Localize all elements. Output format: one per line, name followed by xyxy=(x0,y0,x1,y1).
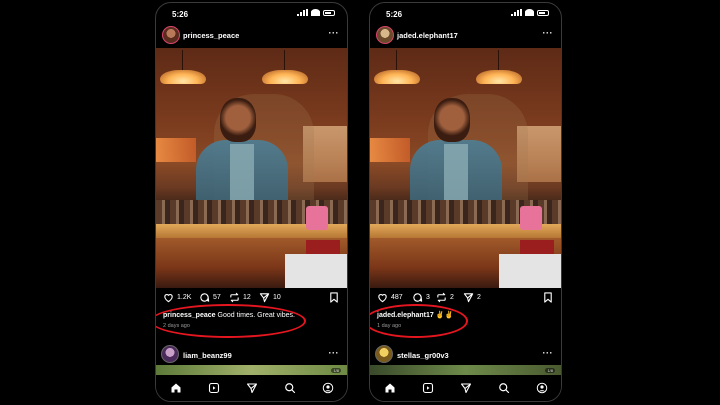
comment-button[interactable]: 57 xyxy=(199,292,221,303)
comment-count: 57 xyxy=(213,294,221,301)
tab-messages[interactable] xyxy=(460,381,472,394)
signal-icon xyxy=(511,9,522,16)
send-icon xyxy=(463,293,474,303)
send-icon xyxy=(259,293,270,303)
share-button[interactable]: 2 xyxy=(463,292,481,303)
bottom-tab-bar xyxy=(370,375,561,401)
signal-icon xyxy=(297,9,308,16)
highlight-circle xyxy=(156,304,306,338)
comment-count: 3 xyxy=(426,294,430,301)
save-button[interactable] xyxy=(329,292,339,305)
avatar[interactable] xyxy=(161,345,179,363)
repost-count: 12 xyxy=(243,294,251,301)
more-options-icon[interactable]: ··· xyxy=(329,29,340,38)
battery-icon xyxy=(323,9,335,16)
share-count: 2 xyxy=(477,294,481,301)
tab-search[interactable] xyxy=(284,381,296,394)
highlight-circle xyxy=(370,304,468,338)
like-button[interactable]: 487 xyxy=(377,292,403,303)
share-button[interactable]: 10 xyxy=(259,292,281,303)
bottom-tab-bar xyxy=(156,375,347,401)
comment-icon xyxy=(413,293,423,302)
status-bar: 5:26 xyxy=(156,3,347,23)
next-post-username[interactable]: stellas_gr00v3 xyxy=(397,351,449,360)
home-icon xyxy=(385,383,395,393)
tab-home[interactable] xyxy=(170,381,182,393)
more-options-icon[interactable]: ··· xyxy=(543,349,554,358)
search-icon xyxy=(285,383,296,394)
like-count: 1.2K xyxy=(177,294,192,301)
more-options-icon[interactable]: ··· xyxy=(543,29,554,38)
tab-profile[interactable] xyxy=(322,381,334,394)
post-photo[interactable] xyxy=(156,48,347,288)
tab-profile[interactable] xyxy=(536,381,548,394)
battery-icon xyxy=(537,9,549,16)
post-username[interactable]: jaded.elephant17 xyxy=(397,31,458,40)
post-photo[interactable] xyxy=(370,48,561,288)
repost-button[interactable]: 12 xyxy=(229,292,251,303)
like-button[interactable]: 1.2K xyxy=(163,292,191,303)
heart-icon xyxy=(378,293,387,303)
avatar[interactable] xyxy=(162,26,180,44)
share-count: 10 xyxy=(273,294,281,301)
repost-icon xyxy=(437,292,446,303)
status-bar: 5:26 xyxy=(370,3,561,23)
comment-icon xyxy=(200,293,210,302)
next-post-header: stellas_gr00v3 ··· xyxy=(370,341,561,367)
search-icon xyxy=(499,383,510,394)
tab-reels[interactable] xyxy=(208,381,220,394)
save-button[interactable] xyxy=(543,292,553,305)
reels-icon xyxy=(208,382,220,394)
send-icon xyxy=(460,383,472,394)
tab-home[interactable] xyxy=(384,381,396,393)
post-header: jaded.elephant17 ··· xyxy=(370,21,561,49)
profile-icon xyxy=(536,382,548,394)
reels-icon xyxy=(422,382,434,394)
avatar[interactable] xyxy=(375,345,393,363)
next-post-username[interactable]: liam_beanz99 xyxy=(183,351,232,360)
page-indicator: 1/8 xyxy=(545,368,555,373)
repost-count: 2 xyxy=(450,294,454,301)
page-indicator: 1/8 xyxy=(331,368,341,373)
comment-button[interactable]: 3 xyxy=(412,292,430,303)
heart-icon xyxy=(164,293,173,303)
profile-icon xyxy=(322,382,334,394)
repost-button[interactable]: 2 xyxy=(436,292,454,303)
phone-frame-right: 5:26 jaded.elephant17 ··· 487 3 2 2 jade… xyxy=(369,2,562,402)
bookmark-icon xyxy=(330,292,338,303)
post-username[interactable]: princess_peace xyxy=(183,31,239,40)
tab-messages[interactable] xyxy=(246,381,258,394)
like-count: 487 xyxy=(391,294,403,301)
home-icon xyxy=(171,383,181,393)
status-time: 5:26 xyxy=(386,10,403,19)
more-options-icon[interactable]: ··· xyxy=(329,349,340,358)
repost-icon xyxy=(230,292,239,303)
status-time: 5:26 xyxy=(172,10,189,19)
wifi-icon xyxy=(525,9,534,16)
tab-reels[interactable] xyxy=(422,381,434,394)
send-icon xyxy=(246,383,258,394)
phone-frame-left: 5:26 princess_peace ··· 1.2K 57 12 10 pr… xyxy=(155,2,348,402)
avatar[interactable] xyxy=(376,26,394,44)
wifi-icon xyxy=(311,9,320,16)
bookmark-icon xyxy=(544,292,552,303)
post-header: princess_peace ··· xyxy=(156,21,347,49)
tab-search[interactable] xyxy=(498,381,510,394)
next-post-header: liam_beanz99 ··· xyxy=(156,341,347,367)
